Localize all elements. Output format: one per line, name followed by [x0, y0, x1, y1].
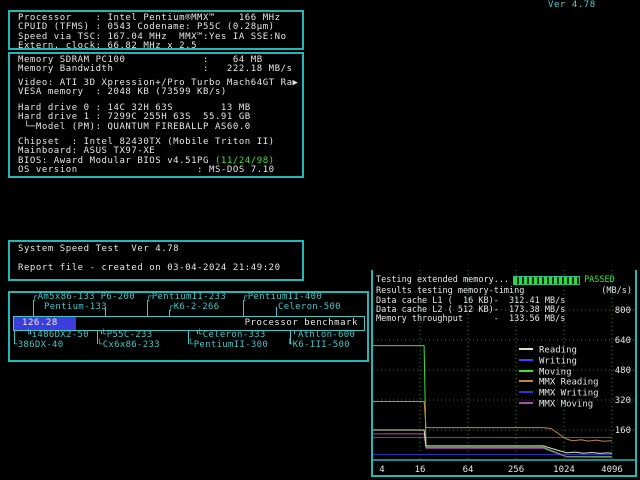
info-group: Hard drive 0 : 14C 32H 63S 13 MBHard dri… — [18, 104, 251, 132]
benchmark-tick — [294, 331, 295, 334]
progress-bar — [513, 276, 580, 285]
status-passed: PASSED — [584, 276, 615, 285]
benchmark-tick — [197, 331, 198, 334]
chart-y-tick-label: 160 — [615, 426, 631, 436]
memory-test-status: Testing extended memory... — [376, 276, 509, 285]
memory-chart-box: 160 320 480 640 800 4 16 64 256 1024 4096 ReadingWr… — [371, 270, 637, 477]
benchmark-ref-label: └386DX-40 — [12, 341, 63, 350]
info-line: VESA memory : 2048 KB (73599 KB/s) — [18, 88, 299, 97]
chart-x-tick-label: 4 — [379, 465, 384, 475]
benchmark-ref-label: └P55C-233 — [101, 331, 152, 340]
benchmark-tick — [169, 310, 170, 316]
speedsys-screen: Ver 4.78 Processor : Intel Pentium®MMX™ … — [0, 0, 640, 480]
benchmark-tick — [147, 300, 148, 316]
benchmark-ref-label: ┌PentiumII-233 — [146, 293, 226, 302]
version-label: Ver 4.78 — [548, 1, 596, 10]
info-group: Video: ATI 3D Xpression+/Pro Turbo Mach6… — [18, 79, 299, 98]
chart-y-tick-label: 800 — [615, 306, 631, 316]
benchmark-tick — [243, 300, 244, 316]
benchmark-tick — [101, 331, 102, 334]
units-label: (MB/s) — [601, 287, 632, 296]
chart-x-tick-label: 1024 — [553, 465, 575, 475]
benchmark-ref-label: Pentium-133 — [44, 303, 107, 312]
info-line: OS version : MS-DOS 7.10 — [18, 166, 275, 175]
legend-label-mmx-reading: MMX Reading — [539, 378, 599, 388]
legend-label-reading: Reading — [539, 346, 577, 356]
benchmark-caption: Processor benchmark — [245, 319, 358, 328]
benchmark-ref-label: └Celeron-333 — [197, 331, 266, 340]
benchmark-tick — [276, 307, 277, 316]
memory-test-status-row: Testing extended memory... PASSED — [376, 276, 615, 285]
benchmark-tick — [33, 300, 34, 316]
legend-label-writing: Writing — [539, 357, 577, 367]
legend-label-mmx-writing: MMX Writing — [539, 389, 599, 399]
chart-x-tick-label: 256 — [508, 465, 524, 475]
legend-label-mmx-moving: MMX Moving — [539, 400, 593, 410]
results-heading: Results testing memory-timing — [376, 287, 524, 296]
benchmark-tick — [30, 331, 31, 334]
benchmark-tick — [14, 331, 15, 344]
legend-label-moving: Moving — [539, 368, 572, 378]
benchmark-tick — [290, 331, 291, 344]
benchmark-score: 126.28 — [22, 319, 58, 328]
cpu-info-box: Processor : Intel Pentium®MMX™ 166 MHzCP… — [8, 10, 304, 50]
info-group: Chipset : Intel 82430TX (Mobile Triton I… — [18, 138, 275, 176]
info-line: └─Model (PM): QUANTUM FIREBALLP AS60.0 — [18, 123, 251, 132]
benchmark-ref-label: ┌Am5x86-133 P6-200 — [32, 293, 135, 302]
chart-x-tick-label: 16 — [415, 465, 426, 475]
benchmark-tick — [105, 307, 106, 316]
benchmark-ref-label: └PentiumII-300 — [188, 341, 268, 350]
benchmark-ref-label: └K6-III-500 — [287, 341, 350, 350]
chart-y-tick-label: 320 — [615, 396, 631, 406]
benchmark-ref-label: Celeron-500 — [278, 303, 341, 312]
chart-x-tick-label: 64 — [463, 465, 474, 475]
chart-y-tick-label: 480 — [615, 366, 631, 376]
report-box: System Speed Test Ver 4.78 Report file -… — [8, 240, 304, 281]
cpu-info-line: Extern. clock: 66.82 MHz x 2.5 — [18, 42, 287, 51]
chart-y-tick-label: 640 — [615, 336, 631, 346]
benchmark-ref-label: └Cx6x86-233 — [97, 341, 160, 350]
system-info-box: Memory SDRAM PC100 : 64 MBMemory Bandwid… — [8, 52, 304, 178]
throughput-result: Memory throughput - 133.56 MB/s — [376, 315, 565, 324]
benchmark-ref-label: ┌PentiumII-400 — [242, 293, 322, 302]
chart-x-tick-label: 4096 — [601, 465, 623, 475]
cpu-info-lines: Processor : Intel Pentium®MMX™ 166 MHzCP… — [18, 14, 287, 52]
report-title: System Speed Test Ver 4.78 — [18, 245, 179, 254]
benchmark-ref-label: Athlon-600 — [298, 331, 355, 340]
info-group: Memory SDRAM PC100 : 64 MBMemory Bandwid… — [18, 56, 293, 75]
report-subtitle: Report file - created on 03-04-2024 21:4… — [18, 264, 281, 273]
info-line: Memory Bandwidth : 222.18 MB/s — [18, 65, 293, 74]
benchmark-bar: 126.28 Processor benchmark — [13, 316, 365, 331]
benchmark-ref-label: └i486DX2-50 — [26, 331, 89, 340]
benchmark-tick — [188, 331, 189, 344]
benchmark-ref-label: ┌K6-2-266 — [168, 303, 219, 312]
benchmark-tick — [97, 331, 98, 344]
